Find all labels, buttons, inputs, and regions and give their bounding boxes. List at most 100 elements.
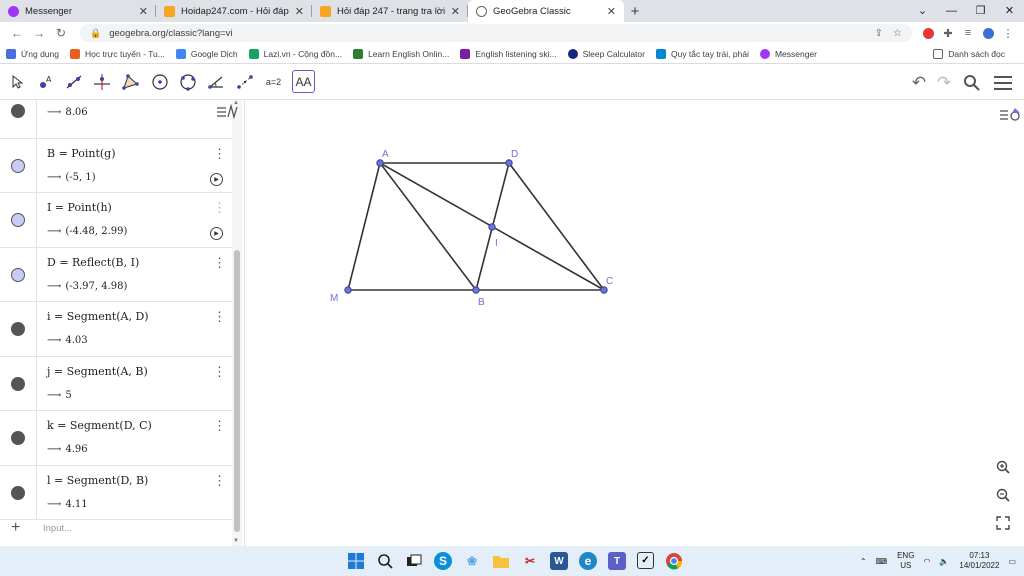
restore-icon[interactable]: ❐ (966, 0, 995, 22)
teams-icon[interactable]: T (608, 552, 626, 570)
main-menu-icon[interactable] (992, 73, 1014, 93)
more-options-icon[interactable]: ⋮ (213, 365, 226, 378)
browser-menu-icon[interactable]: ⋮ (998, 23, 1018, 43)
more-options-icon[interactable]: ⋮ (213, 310, 226, 323)
back-icon[interactable]: ← (6, 26, 28, 40)
language-indicator[interactable]: ENG US (897, 551, 914, 571)
wifi-icon[interactable]: ◠ (923, 557, 930, 566)
lock-icon[interactable]: 🔒 (90, 28, 101, 39)
skype-icon[interactable]: S (434, 552, 452, 570)
tab-hoidap247[interactable]: Hoidap247.com - Hỏi đáp bài tập ✕ (156, 0, 312, 22)
bookmark-lazi[interactable]: Lazi.vn - Cộng đồn... (248, 48, 342, 59)
search-icon[interactable] (374, 550, 396, 572)
visibility-marble[interactable] (11, 485, 25, 500)
start-icon[interactable] (345, 550, 367, 572)
point-I[interactable] (488, 223, 496, 231)
whiteboard-icon[interactable]: ✓ (637, 552, 654, 569)
add-icon[interactable]: + (11, 519, 20, 537)
point-B[interactable] (472, 286, 480, 294)
point-D[interactable] (505, 159, 513, 167)
point-C[interactable] (600, 286, 608, 294)
algebra-row[interactable]: j = Segment(A, B) ⟶ 5 ⋮ (0, 356, 232, 411)
segment-DC[interactable] (508, 162, 605, 291)
algebra-input-row[interactable]: + Input... (0, 514, 232, 544)
point-A[interactable] (376, 159, 384, 167)
play-animation-icon[interactable]: ▶ (210, 172, 223, 186)
new-tab-button[interactable]: + (624, 0, 646, 22)
segment-AM[interactable] (347, 162, 381, 291)
algebra-row[interactable]: D = Reflect(B, I) ⟶ (-3.97, 4.98) ⋮ (0, 247, 232, 302)
bookmark-english-listening[interactable]: English listening ski... (460, 48, 557, 59)
url-field[interactable]: 🔒 geogebra.org/classic?lang=vi ⇪ ☆ (80, 24, 912, 42)
word-icon[interactable]: W (550, 552, 568, 570)
visibility-marble[interactable] (11, 267, 25, 282)
share-icon[interactable]: ⇪ (875, 28, 883, 39)
algebra-row[interactable]: ⟶ 8.06 (0, 100, 232, 139)
edge-icon[interactable]: e (579, 552, 597, 570)
object-definition[interactable]: D = Reflect(B, I) (47, 256, 139, 269)
point-M[interactable] (344, 286, 352, 294)
algebra-scrollbar[interactable]: ▲ ▼ (232, 100, 242, 546)
chrome-icon[interactable] (663, 550, 685, 572)
object-definition[interactable]: I = Point(h) (47, 201, 112, 214)
tab-hoidap-answer[interactable]: Hỏi đáp 247 - trang tra lời ✕ (312, 0, 468, 22)
notifications-icon[interactable]: ▭ (1008, 557, 1016, 566)
line-tool-icon[interactable] (62, 70, 85, 93)
visibility-marble[interactable] (11, 376, 25, 391)
construction-canvas[interactable]: A D M B C I (246, 100, 1024, 546)
fullscreen-icon[interactable] (992, 512, 1014, 534)
object-definition[interactable]: l = Segment(D, B) (47, 474, 148, 487)
bookmark-learn-english[interactable]: Learn English Onlin... (353, 48, 449, 59)
more-options-icon[interactable]: ⋮ (213, 419, 226, 432)
bookmark-hoc-truc-tuyen[interactable]: Học trực tuyến - Tu... (69, 48, 165, 59)
slider-tool[interactable]: a=2 (262, 70, 285, 93)
algebra-sort-icon[interactable] (216, 103, 240, 125)
reload-icon[interactable]: ↻ (50, 26, 72, 40)
bookmark-google-dich[interactable]: Google Dịch (175, 48, 238, 59)
object-definition[interactable]: B = Point(g) (47, 147, 116, 160)
undo-icon[interactable]: ↶ (908, 73, 930, 93)
play-animation-icon[interactable]: ▶ (210, 227, 223, 240)
graphics-style-bar-icon[interactable] (998, 104, 1022, 126)
show-hidden-icons-icon[interactable]: ⌃ (860, 557, 867, 566)
profile-avatar[interactable] (978, 23, 998, 43)
keyboard-icon[interactable]: ⌨ (876, 557, 888, 566)
more-options-icon[interactable]: ⋮ (213, 474, 226, 487)
photos-icon[interactable]: ❀ (461, 550, 483, 572)
tab-geogebra[interactable]: GeoGebra Classic ✕ (468, 0, 624, 22)
visibility-marble[interactable] (11, 158, 25, 173)
scroll-thumb[interactable] (234, 250, 240, 532)
object-definition[interactable]: j = Segment(A, B) (47, 365, 148, 378)
search-icon[interactable] (961, 73, 983, 93)
object-definition[interactable]: k = Segment(D, C) (47, 419, 152, 432)
tab-search-icon[interactable]: ⌄ (908, 0, 937, 22)
extensions-puzzle-icon[interactable]: ✚ (938, 23, 958, 43)
move-tool-icon[interactable] (5, 70, 28, 93)
bookmark-sleep-calculator[interactable]: Sleep Calculator (567, 48, 645, 59)
file-explorer-icon[interactable] (490, 550, 512, 572)
angle-tool-icon[interactable] (204, 70, 227, 93)
snipping-tool-icon[interactable]: ✂ (519, 550, 541, 572)
more-options-icon[interactable]: ⋮ (213, 256, 226, 269)
close-tab-icon[interactable]: ✕ (607, 5, 616, 18)
reading-list-button[interactable]: Danh sách đọc (933, 44, 1005, 64)
text-tool[interactable]: AA (292, 70, 315, 93)
opera-extension-icon[interactable] (918, 23, 938, 43)
algebra-row[interactable]: l = Segment(D, B) ⟶ 4.11 ⋮ (0, 465, 232, 520)
point-tool-icon[interactable]: A (34, 70, 57, 93)
bookmark-quy-tac[interactable]: Quy tắc tay trái, phải (655, 48, 749, 59)
close-tab-icon[interactable]: ✕ (139, 5, 148, 18)
forward-icon[interactable]: → (28, 26, 50, 40)
circle-three-points-tool-icon[interactable] (176, 70, 199, 93)
close-window-icon[interactable]: ✕ (995, 0, 1024, 22)
media-queue-icon[interactable]: ≡ (958, 23, 978, 43)
clock[interactable]: 07:13 14/01/2022 (959, 551, 999, 571)
more-options-icon[interactable]: ⋮ (213, 201, 226, 214)
algebra-row[interactable]: i = Segment(A, D) ⟶ 4.03 ⋮ (0, 302, 232, 357)
bookmark-apps[interactable]: Ứng dụng (6, 48, 59, 59)
bookmark-star-icon[interactable]: ☆ (893, 28, 902, 39)
algebra-row[interactable]: k = Segment(D, C) ⟶ 4.96 ⋮ (0, 411, 232, 466)
tab-messenger[interactable]: Messenger ✕ (0, 0, 156, 22)
scroll-down-icon[interactable]: ▼ (233, 538, 239, 544)
zoom-in-icon[interactable] (992, 456, 1014, 478)
